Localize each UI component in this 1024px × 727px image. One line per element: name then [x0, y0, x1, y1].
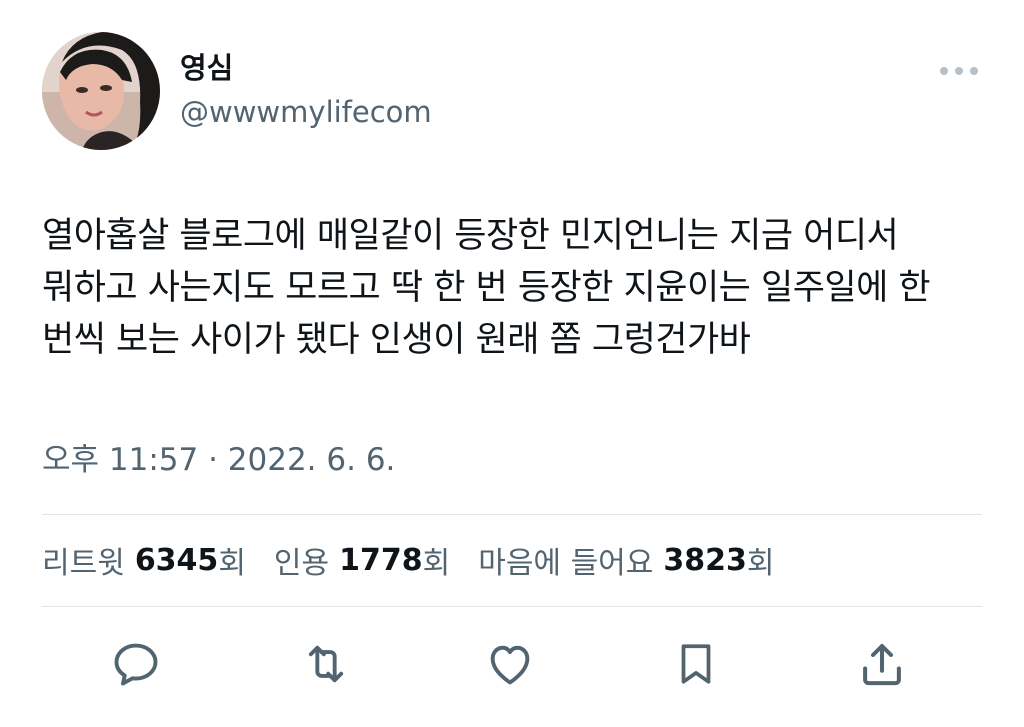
likes-count: 3823 — [663, 542, 747, 578]
avatar[interactable] — [42, 32, 160, 150]
tweet-text-line: 뭐하고 사는지도 모르고 딱 한 번 등장한 지윤이는 일주일에 한 — [42, 268, 931, 308]
retweets-suffix: 회 — [218, 546, 246, 581]
bookmark-button[interactable] — [666, 634, 726, 694]
user-handle[interactable]: @wwwmylifecom — [180, 94, 432, 130]
tweet-text: 열아홉살 블로그에 매일같이 등장한 민지언니는 지금 어디서 뭐하고 사는지도… — [42, 210, 992, 366]
divider — [42, 606, 982, 607]
retweet-button[interactable] — [296, 634, 356, 694]
profile-photo-icon — [42, 32, 160, 150]
more-options-button[interactable] — [934, 56, 984, 86]
retweets-count: 6345 — [134, 542, 219, 578]
reply-button[interactable] — [106, 634, 166, 694]
tweet-text-line: 열아홉살 블로그에 매일같이 등장한 민지언니는 지금 어디서 — [42, 216, 899, 256]
quotes-label: 인용 — [273, 546, 330, 581]
quotes-count: 1778 — [339, 542, 423, 578]
engagement-stats: 리트윗 6345 회 인용 1778 회 마음에 들어요 3823 회 — [42, 538, 802, 582]
divider — [42, 514, 982, 515]
display-name[interactable]: 영심 — [180, 50, 233, 86]
tweet-timestamp[interactable]: 오후 11:57 · 2022. 6. 6. — [42, 440, 395, 480]
retweets-stat[interactable]: 리트윗 6345 회 — [42, 538, 246, 582]
retweet-icon — [308, 645, 344, 683]
quotes-suffix: 회 — [422, 546, 451, 581]
quotes-stat[interactable]: 인용 1778 회 — [274, 538, 450, 582]
retweets-label: 리트윗 — [42, 546, 125, 581]
like-icon — [490, 645, 530, 685]
bookmark-icon — [681, 644, 711, 684]
action-bar — [0, 628, 1024, 698]
more-dots-icon — [940, 67, 978, 75]
share-button[interactable] — [852, 634, 912, 694]
reply-icon — [114, 643, 158, 686]
likes-stat[interactable]: 마음에 들어요 3823 회 — [478, 538, 774, 582]
like-button[interactable] — [480, 634, 540, 694]
tweet-text-line: 번씩 보는 사이가 됐다 인생이 원래 쫌 그렁건가바 — [42, 320, 751, 360]
tweet-detail: 영심 @wwwmylifecom 열아홉살 블로그에 매일같이 등장한 민지언니… — [0, 0, 1024, 727]
likes-suffix: 회 — [746, 546, 775, 581]
share-icon — [863, 643, 901, 686]
likes-label: 마음에 들어요 — [478, 546, 654, 581]
